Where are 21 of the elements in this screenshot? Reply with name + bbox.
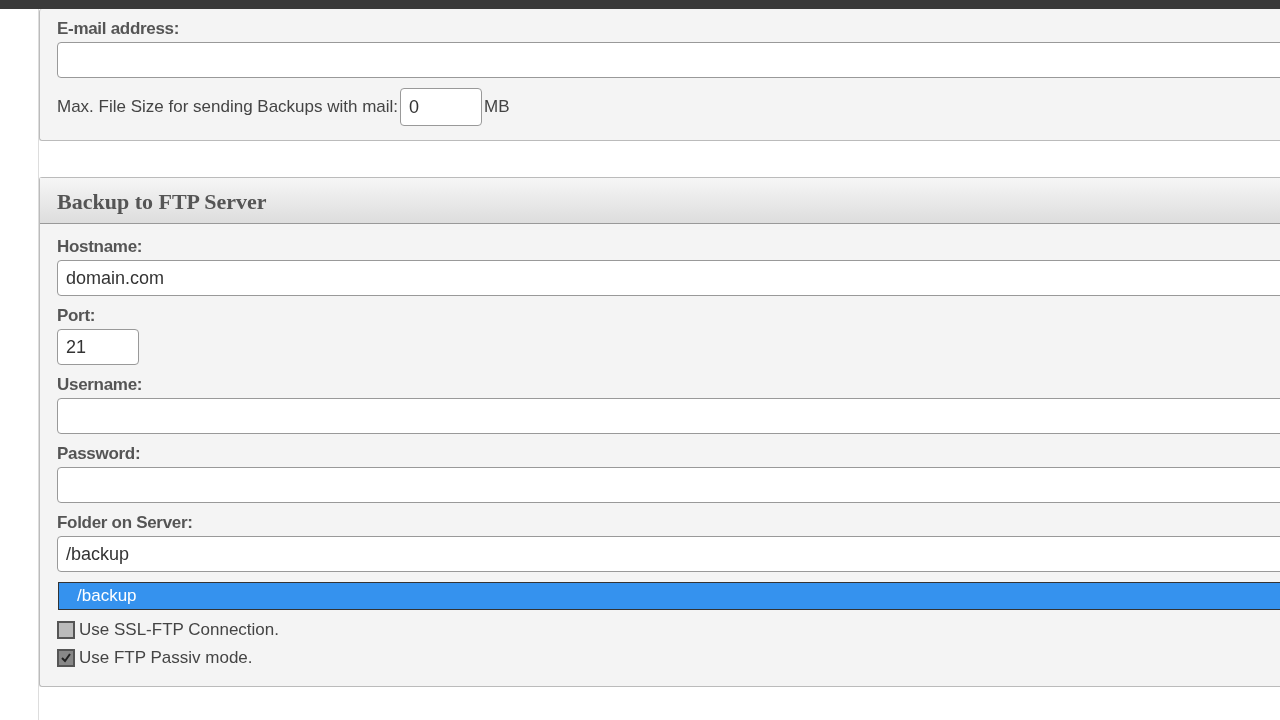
unit-label: MB	[484, 97, 510, 117]
email-label: E-mail address:	[57, 19, 181, 39]
email-field[interactable]	[57, 42, 1280, 78]
max-size-label: Max. File Size for sending Backups with mail:	[57, 97, 399, 117]
field-label: Hostname:	[57, 237, 144, 257]
max-size-field[interactable]: 0	[400, 88, 483, 126]
checkbox-label: Use SSL-FTP Connection.	[79, 620, 279, 640]
field-label: Folder on Server:	[57, 513, 194, 533]
text-field[interactable]	[57, 398, 1280, 434]
checkbox[interactable]	[57, 621, 75, 639]
text-field[interactable]: domain.com	[57, 260, 1280, 296]
text-field[interactable]: 21	[57, 329, 139, 365]
field-label: Port:	[57, 306, 97, 326]
field-label: Username:	[57, 375, 144, 395]
field-label: Password:	[57, 444, 142, 464]
checkbox[interactable]	[57, 649, 75, 667]
text-field[interactable]: /backup	[57, 536, 1280, 572]
check-icon	[60, 652, 72, 664]
checkbox-label: Use FTP Passiv mode.	[79, 648, 253, 668]
panel-title: Backup to FTP Server	[40, 178, 1280, 224]
text-field[interactable]	[57, 467, 1280, 503]
